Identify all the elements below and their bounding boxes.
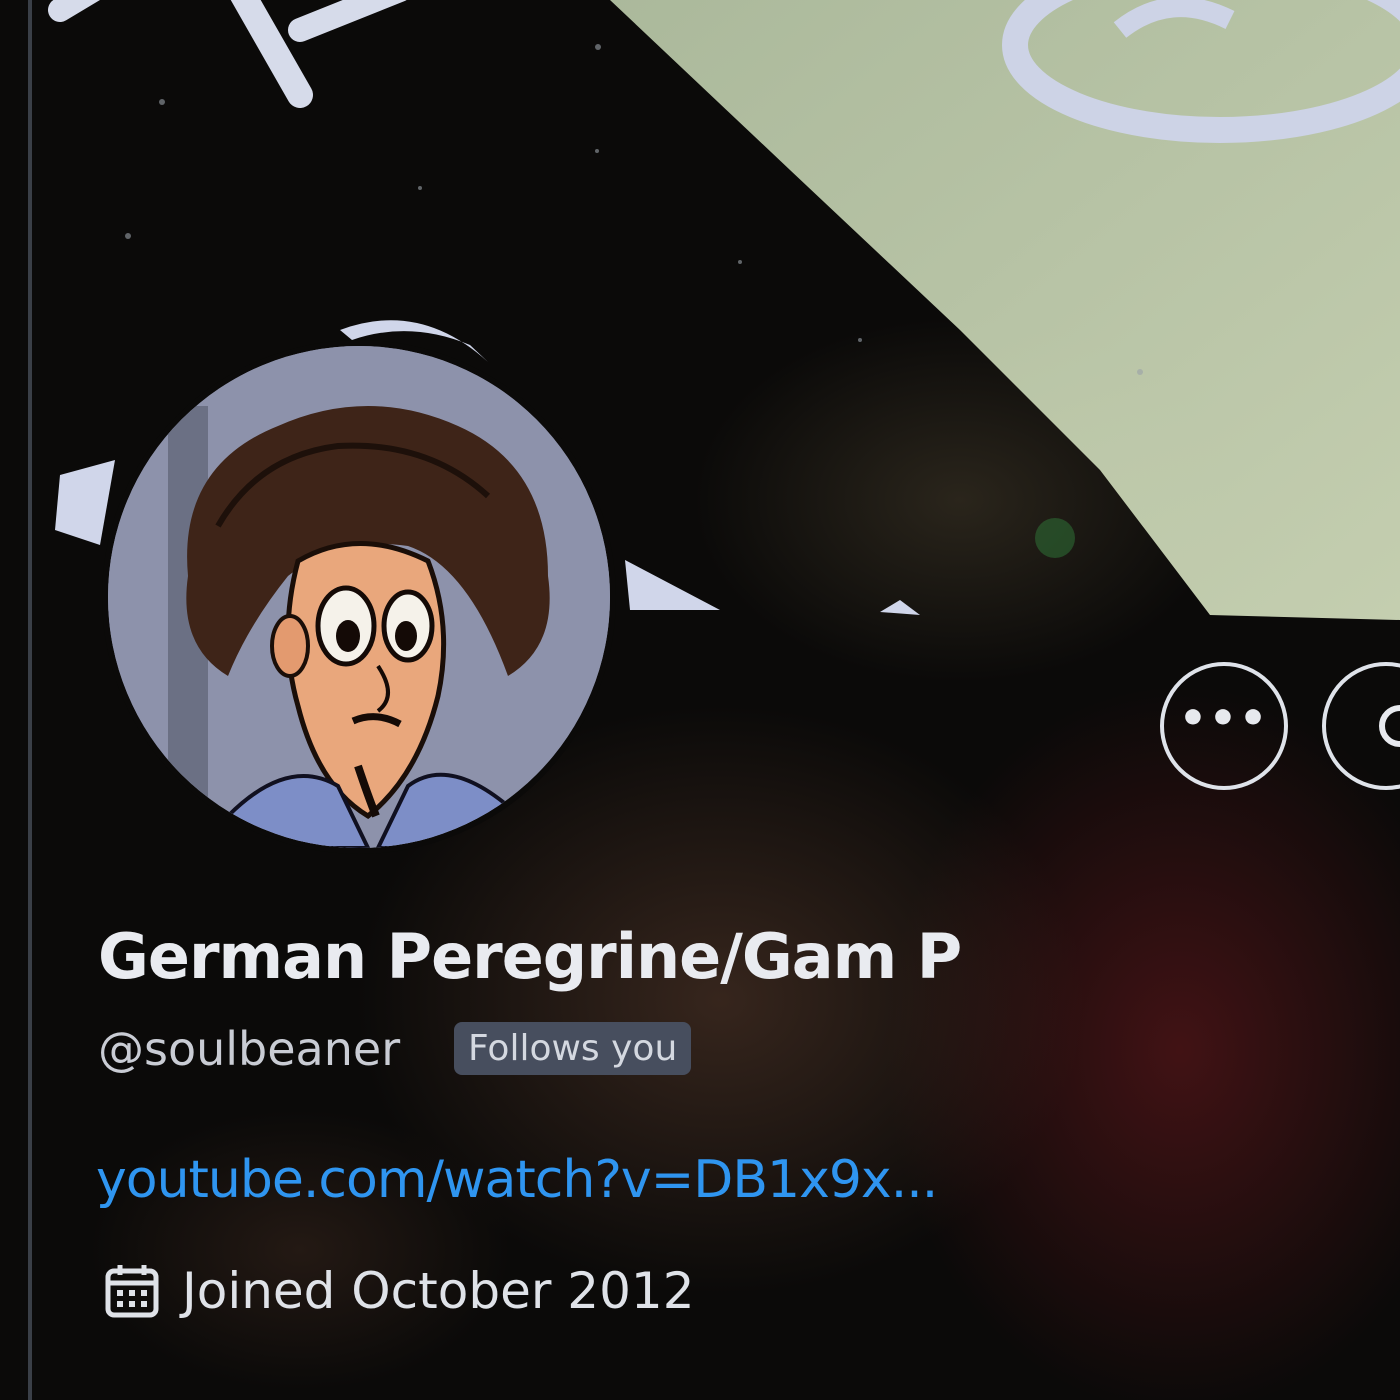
- website-link[interactable]: youtube.com/watch?v=DB1x9x...: [96, 1150, 938, 1210]
- calendar-icon: [105, 1265, 159, 1318]
- profile-avatar[interactable]: [108, 346, 610, 848]
- avatar-illustration: [108, 346, 610, 848]
- joined-date: Joined October 2012: [182, 1262, 695, 1320]
- profile-screen: ••• German Peregrine/Gam P @soulbeaner F…: [0, 0, 1400, 1400]
- follows-you-badge: Follows you: [454, 1022, 692, 1075]
- more-options-icon: •••: [1178, 693, 1270, 744]
- display-name: German Peregrine/Gam P: [98, 920, 962, 993]
- more-options-button[interactable]: •••: [1160, 662, 1288, 790]
- circle-icon: [1379, 705, 1400, 747]
- joined-date-row: Joined October 2012: [104, 1262, 695, 1320]
- user-handle: @soulbeaner: [98, 1022, 401, 1076]
